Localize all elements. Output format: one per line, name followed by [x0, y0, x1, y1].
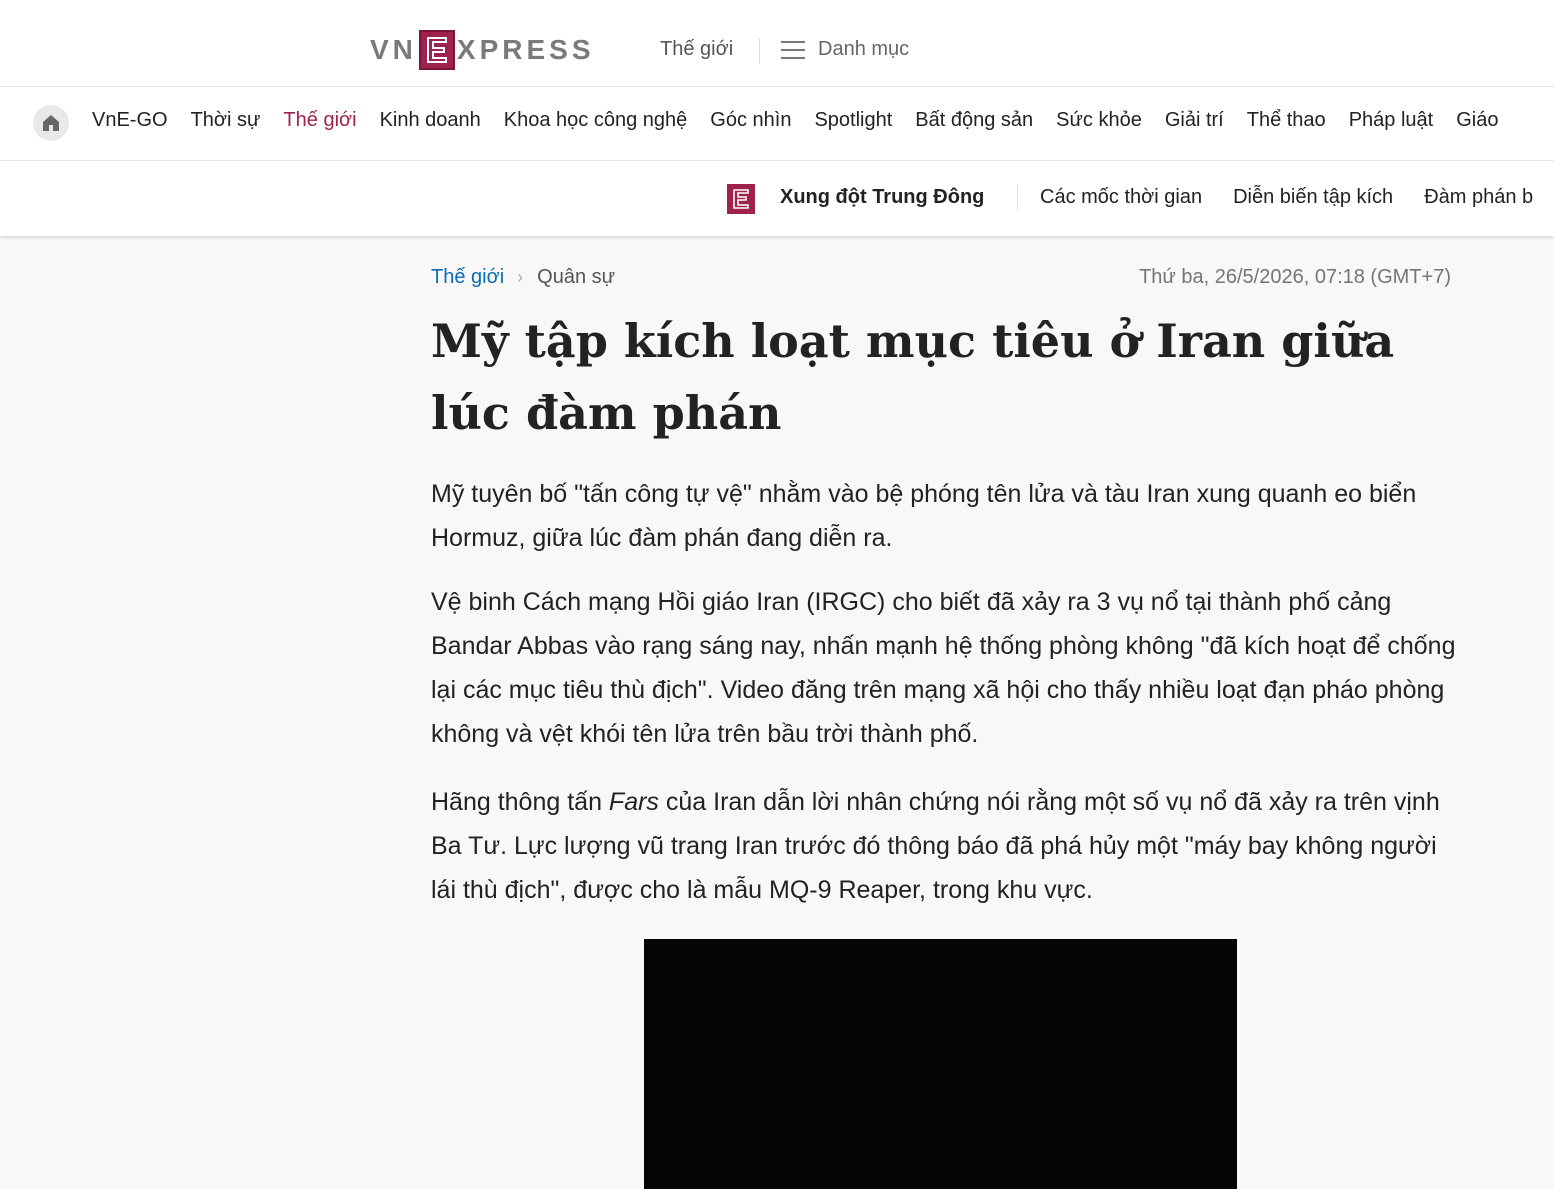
nav-item[interactable]: Bất động sản	[915, 109, 1033, 132]
nav-item[interactable]: Sức khỏe	[1056, 109, 1142, 132]
nav-item[interactable]: Thế giới	[283, 109, 356, 132]
topic-item[interactable]: Đàm phán b	[1424, 186, 1533, 209]
video-player[interactable]	[644, 939, 1237, 1189]
topic-e-icon	[727, 184, 755, 214]
nav-item[interactable]: Spotlight	[814, 109, 892, 132]
nav-items: VnE-GO Thời sự Thế giới Kinh doanh Khoa học …	[92, 109, 1521, 132]
site-header: VN XPRESS Thế giới Danh mục	[0, 18, 1554, 87]
topic-item[interactable]: Các mốc thời gian	[1040, 186, 1202, 209]
home-button[interactable]	[33, 105, 69, 141]
publish-date: Thứ ba, 26/5/2026, 07:18 (GMT+7)	[1139, 266, 1451, 288]
article-lead: Mỹ tuyên bố "tấn công tự vệ" nhằm vào bệ…	[431, 480, 1417, 552]
nav-item[interactable]: Thể thao	[1247, 109, 1326, 132]
nav-item[interactable]: VnE-GO	[92, 109, 168, 132]
nav-item[interactable]: Giải trí	[1165, 109, 1224, 132]
nav-item[interactable]: Pháp luật	[1349, 109, 1434, 132]
nav-item[interactable]: Góc nhìn	[710, 109, 791, 132]
article-paragraph: Vệ binh Cách mạng Hồi giáo Iran (IRGC) c…	[431, 588, 1456, 748]
topic-items: Các mốc thời gian Diễn biến tập kích Đàm p…	[1040, 186, 1554, 209]
header-divider	[759, 38, 760, 64]
hamburger-icon	[781, 40, 805, 59]
browser-top-strip	[0, 0, 1554, 19]
nav-item[interactable]: Giáo	[1456, 109, 1498, 132]
breadcrumb-section[interactable]: Thế giới	[431, 266, 504, 289]
vnexpress-logo[interactable]: VN XPRESS	[370, 28, 595, 72]
breadcrumb: Thế giới › Quân sự	[431, 266, 615, 289]
menu-button[interactable]: Danh mục	[781, 38, 909, 61]
source-name: Fars	[608, 788, 659, 816]
menu-label: Danh mục	[818, 38, 910, 60]
main-nav: VnE-GO Thời sự Thế giới Kinh doanh Khoa học …	[0, 87, 1554, 161]
topic-item[interactable]: Diễn biến tập kích	[1233, 186, 1393, 209]
topic-title[interactable]: Xung đột Trung Đông	[780, 186, 984, 209]
header-section-link[interactable]: Thế giới	[660, 38, 733, 61]
article-title: Mỹ tập kích loạt mục tiêu ở Iran giữa lú…	[431, 314, 1395, 440]
breadcrumb-subsection[interactable]: Quân sự	[537, 266, 615, 289]
nav-item[interactable]: Khoa học công nghệ	[504, 109, 688, 132]
home-icon	[43, 115, 59, 131]
topic-divider	[1017, 185, 1018, 211]
paragraph-text: Hãng thông tấn	[431, 788, 609, 816]
article-paragraph: Hãng thông tấn Fars của Iran dẫn lời nhâ…	[431, 780, 1461, 912]
nav-item[interactable]: Thời sự	[191, 109, 261, 132]
nav-item[interactable]: Kinh doanh	[380, 109, 481, 132]
logo-e-icon	[418, 30, 455, 70]
topic-bar: Xung đột Trung Đông Các mốc thời gian Diễ…	[0, 161, 1554, 236]
logo-text-right: XPRESS	[456, 34, 595, 65]
logo-text-left: VN	[370, 34, 417, 65]
chevron-right-icon: ›	[517, 267, 524, 287]
